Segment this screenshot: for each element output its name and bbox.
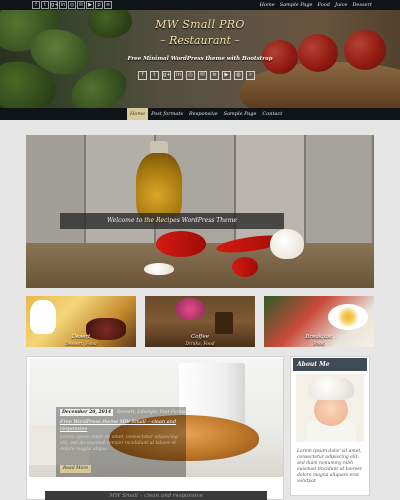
email-icon[interactable]: ✉ [198,71,207,80]
top-menu-item-dessert[interactable]: Dessert [353,1,372,9]
featured-meta[interactable]: Dessert, Food [26,342,136,347]
garlic-decoration [270,229,304,259]
post-image[interactable]: December 20, 2014 Dessert, Lifestyle, Po… [29,359,283,477]
featured-box-breakfast[interactable]: Breakfast Food [264,296,374,347]
top-social-icons: f t g+ in ◎ ✉ ▶ p ≋ [32,1,112,9]
linkedin-icon[interactable]: in [174,71,183,80]
search-icon[interactable]: ⌕ [246,71,255,80]
top-menu: Home Sample Page Food Juice Dessert [260,1,372,9]
post-date: December 20, 2014 [60,409,113,416]
pinterest-icon[interactable]: ◍ [234,71,243,80]
nav-item-contact[interactable]: Contact [259,108,285,120]
pinterest-icon[interactable]: p [95,1,103,9]
featured-title[interactable]: Coffee [145,334,255,340]
top-bar: f t g+ in ◎ ✉ ▶ p ≋ Home Sample Page Food Juice Dess… [0,0,400,10]
slide-caption-text[interactable]: Welcome to the Recipes WordPress Theme [60,213,284,229]
google-plus-icon[interactable]: g+ [162,71,171,80]
rss-icon[interactable]: ≋ [210,71,219,80]
twitter-icon[interactable]: t [41,1,49,9]
grinder-decoration [215,312,233,334]
featured-title[interactable]: Desert [26,334,136,340]
site-header: MW Small PRO – Restaurant – Free Minimal… [0,10,400,108]
featured-title[interactable]: Breakfast [264,334,374,340]
chef-hat-decoration [308,376,354,400]
email-icon[interactable]: ✉ [77,1,85,9]
featured-box-coffee[interactable]: Coffee Drinks, Food [145,296,255,347]
main-nav-items: Home Post formats Responsive Sample Page Con… [127,108,285,120]
youtube-icon[interactable]: ▶ [86,1,94,9]
featured-slider[interactable]: Welcome to the Recipes WordPress Theme [26,135,374,288]
site-title-subtitle[interactable]: – Restaurant – [0,34,400,47]
about-me-text: Lorem ipsum dolor sit amet, consectetur … [297,449,362,484]
linkedin-icon[interactable]: in [59,1,67,9]
pepper-decoration [156,231,206,257]
post-title[interactable]: Free WordPress theme MW Small – clean an… [60,419,184,433]
instagram-icon[interactable]: ◎ [68,1,76,9]
post-excerpt: Lorem ipsum dolor sit amet, consectetur … [60,435,178,452]
google-plus-icon[interactable]: g+ [50,1,58,9]
instagram-icon[interactable]: ◎ [186,71,195,80]
header-social-icons: f t g+ in ◎ ✉ ≋ ▶ ◍ ⌕ [138,71,255,80]
featured-meta[interactable]: Food [264,342,374,347]
nav-item-responsive[interactable]: Responsive [186,108,221,120]
slide-caption[interactable]: Welcome to the Recipes WordPress Theme [60,213,284,229]
rss-icon[interactable]: ≋ [104,1,112,9]
top-menu-item-sample-page[interactable]: Sample Page [280,1,313,9]
about-me-photo [296,374,364,442]
read-more-button[interactable]: Read More [60,465,92,473]
nav-item-sample-page[interactable]: Sample Page [221,108,260,120]
about-me-widget: About Me Lorem ipsum dolor sit amet, con… [290,356,370,496]
top-menu-item-food[interactable]: Food [318,1,330,9]
site-title[interactable]: MW Small PRO [0,18,400,31]
main-nav: Home Post formats Responsive Sample Page Con… [0,108,400,120]
featured-box-desert[interactable]: Desert Dessert, Food [26,296,136,347]
nav-item-post-formats[interactable]: Post formats [148,108,186,120]
top-menu-item-home[interactable]: Home [260,1,275,9]
facebook-icon[interactable]: f [138,71,147,80]
egg-decoration [328,304,368,330]
post-card: December 20, 2014 Dessert, Lifestyle, Po… [26,356,284,500]
post-categories[interactable]: Dessert, Lifestyle, Post Formats [117,409,190,416]
next-post-title-bar[interactable]: MW Small – clean and responsive [45,491,267,500]
flower-decoration [175,298,205,320]
next-post-title[interactable]: MW Small – clean and responsive [45,491,267,500]
twitter-icon[interactable]: t [150,71,159,80]
about-me-title: About Me [293,358,367,371]
pepper-decoration [232,257,258,277]
nav-item-home[interactable]: Home [127,108,149,120]
garlic-decoration [144,263,174,275]
top-menu-item-juice[interactable]: Juice [335,1,348,9]
pitcher-decoration [30,300,56,334]
featured-meta[interactable]: Drinks, Food [145,342,255,347]
facebook-icon[interactable]: f [32,1,40,9]
youtube-icon[interactable]: ▶ [222,71,231,80]
site-tagline: Free Minimal WordPress theme with Bootst… [127,56,273,62]
